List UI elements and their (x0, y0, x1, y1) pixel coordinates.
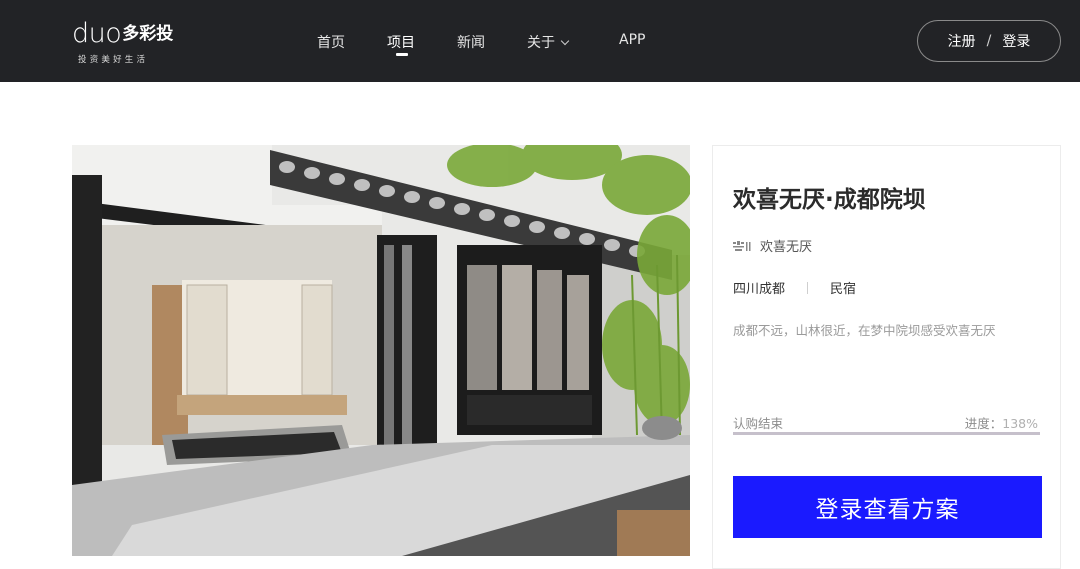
logo-latin: duo (72, 18, 122, 49)
chevron-down-icon (560, 36, 570, 46)
subscription-status: 认购结束 (733, 416, 784, 431)
nav-item-app[interactable]: APP (619, 32, 645, 48)
project-location: 四川成都 (733, 282, 786, 297)
progress-value: 138% (1002, 416, 1038, 431)
auth-pill: 注册 / 登录 (917, 20, 1061, 62)
site-logo[interactable]: duo多彩投 投资美好生活 (72, 18, 192, 68)
project-title: 欢喜无厌·成都院坝 (733, 187, 926, 213)
project-brand: 欢喜无厌 (733, 236, 812, 255)
brand-logo-icon (733, 241, 751, 251)
project-tags: 四川成都 民宿 (733, 278, 856, 297)
logo-wordmark: duo多彩投 (72, 18, 173, 49)
top-navigation-bar: duo多彩投 投资美好生活 首页 项目 新闻 关于 APP 注册 / 登录 (0, 0, 1080, 82)
nav-active-indicator (396, 53, 408, 56)
project-brand-name: 欢喜无厌 (760, 240, 813, 255)
tag-divider (807, 282, 809, 294)
logo-chinese: 多彩投 (122, 24, 174, 44)
courtyard-image (72, 145, 690, 556)
progress-bar-fill (733, 432, 1040, 435)
nav-item-about[interactable]: 关于 (527, 32, 570, 52)
auth-separator: / (986, 33, 992, 49)
nav-item-about-label: 关于 (527, 35, 555, 51)
register-link[interactable]: 注册 (948, 31, 976, 51)
nav-item-projects[interactable]: 项目 (387, 32, 415, 52)
progress-label-text: 进度： (964, 416, 1003, 431)
project-category: 民宿 (830, 282, 857, 297)
progress-label: 进度：138% (965, 413, 1038, 432)
project-photo[interactable] (72, 145, 690, 556)
project-info-card: 欢喜无厌·成都院坝 欢喜无厌 四川成都 民宿 成都不远，山林很近，在梦中院坝感受欢… (712, 145, 1061, 569)
logo-tagline: 投资美好生活 (78, 55, 149, 65)
nav-item-news[interactable]: 新闻 (457, 32, 485, 52)
project-description: 成都不远，山林很近，在梦中院坝感受欢喜无厌 (733, 323, 996, 338)
progress-bar (733, 432, 1040, 435)
nav-item-home[interactable]: 首页 (317, 32, 345, 52)
login-link[interactable]: 登录 (1002, 31, 1030, 51)
login-view-plan-button[interactable]: 登录查看方案 (733, 476, 1042, 538)
